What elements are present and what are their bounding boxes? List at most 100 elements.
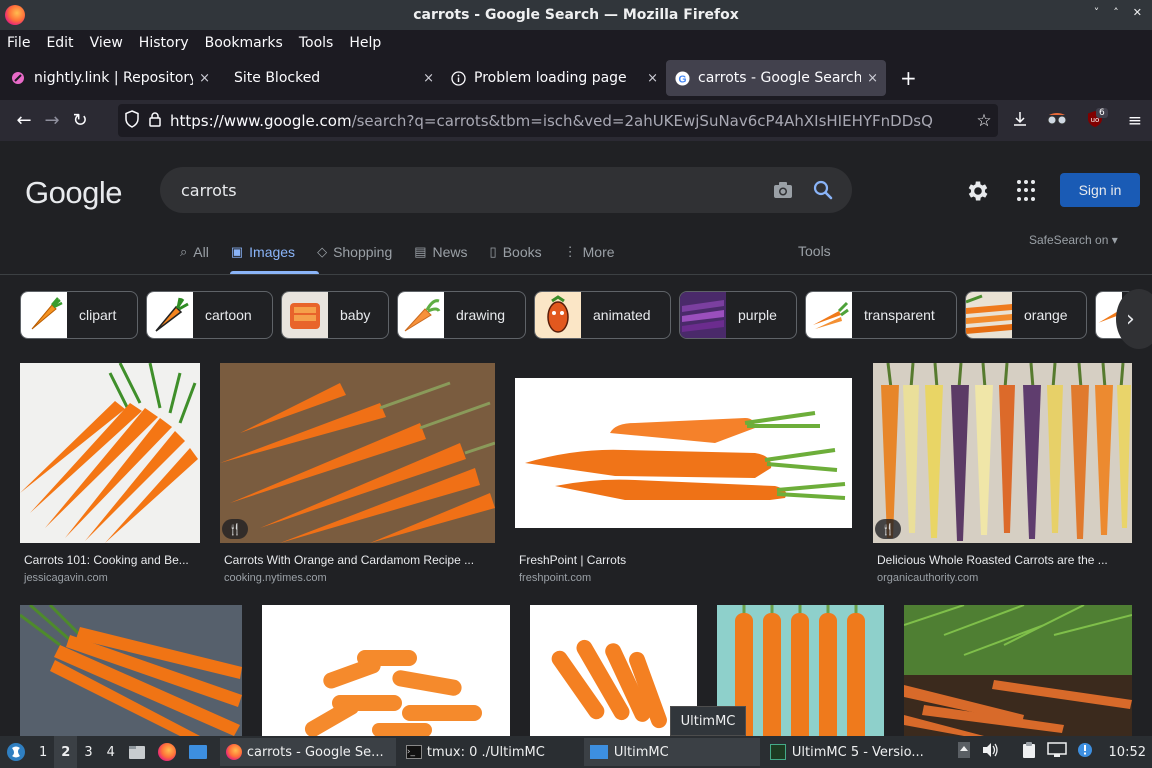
menu-bar: File Edit View History Bookmarks Tools H…: [0, 30, 1152, 56]
ublock-origin-icon[interactable]: uo 6: [1086, 107, 1108, 132]
back-arrow-icon[interactable]: ←: [10, 107, 38, 135]
menu-help[interactable]: Help: [349, 35, 381, 51]
chip-orange[interactable]: orange: [965, 291, 1087, 339]
result-source[interactable]: freshpoint.com: [519, 572, 591, 584]
maximize-button[interactable]: ˄: [1113, 6, 1119, 19]
result-caption[interactable]: FreshPoint | Carrots: [519, 553, 626, 567]
chevron-right-icon[interactable]: ›: [1116, 289, 1152, 349]
volume-icon[interactable]: [981, 742, 999, 762]
tab-more[interactable]: ⋮ More: [564, 241, 615, 263]
image-result-4[interactable]: 🍴 Delicious Whole Roasted Carrots are th…: [873, 363, 1132, 593]
tab-news[interactable]: ▤ News: [414, 241, 467, 263]
close-window-button[interactable]: ✕: [1133, 6, 1142, 19]
download-icon[interactable]: [1012, 111, 1028, 131]
image-result-3[interactable]: FreshPoint | Carrots freshpoint.com: [515, 378, 852, 593]
menu-tools[interactable]: Tools: [299, 35, 334, 51]
result-image[interactable]: [262, 605, 510, 736]
chip-drawing[interactable]: drawing: [397, 291, 526, 339]
chip-baby[interactable]: baby: [281, 291, 389, 339]
tab-close-icon[interactable]: ×: [647, 71, 658, 86]
result-caption[interactable]: Delicious Whole Roasted Carrots are the …: [877, 553, 1108, 567]
chip-cartoon[interactable]: cartoon: [146, 291, 273, 339]
firefox-logo-icon: [5, 5, 25, 25]
task-firefox[interactable]: carrots - Google Se...: [219, 738, 396, 766]
google-logo[interactable]: Google: [25, 175, 122, 211]
image-result-6[interactable]: [262, 605, 510, 736]
result-source[interactable]: cooking.nytimes.com: [224, 572, 327, 584]
search-input[interactable]: carrots: [160, 167, 852, 213]
firefox-launcher-icon[interactable]: [152, 736, 182, 768]
google-favicon-icon: G: [674, 70, 690, 86]
tab-nightly-link[interactable]: nightly.link | Repository ×: [2, 60, 218, 96]
url-text[interactable]: https://www.google.com/search?q=carrots&…: [170, 112, 970, 130]
url-host: https://www.google.com: [170, 111, 352, 130]
clock[interactable]: 10:52: [1109, 745, 1146, 760]
image-result-5[interactable]: [20, 605, 242, 736]
result-source[interactable]: organicauthority.com: [877, 572, 978, 584]
result-image[interactable]: [904, 605, 1132, 736]
menu-view[interactable]: View: [90, 35, 123, 51]
tab-close-icon[interactable]: ×: [867, 71, 878, 86]
hamburger-menu-icon[interactable]: ≡: [1128, 111, 1142, 131]
lock-icon[interactable]: [148, 111, 162, 131]
tools-button[interactable]: Tools: [798, 243, 831, 259]
tab-close-icon[interactable]: ×: [423, 71, 434, 86]
minimize-button[interactable]: ˅: [1094, 6, 1100, 19]
workspace-2[interactable]: 2: [54, 736, 78, 768]
forward-arrow-icon[interactable]: →: [38, 107, 66, 135]
safesearch-toggle[interactable]: SafeSearch on ▾: [1029, 233, 1118, 247]
workspace-4[interactable]: 4: [100, 736, 122, 768]
menu-bookmarks[interactable]: Bookmarks: [205, 35, 283, 51]
divider: [0, 274, 1152, 275]
tab-carrots-google[interactable]: G carrots - Google Search ×: [666, 60, 886, 96]
app-launcher-icon[interactable]: [0, 736, 32, 768]
new-tab-button[interactable]: +: [900, 66, 917, 90]
file-manager-icon[interactable]: [122, 736, 152, 768]
shield-icon[interactable]: [124, 109, 140, 132]
menu-history[interactable]: History: [139, 35, 189, 51]
notifications-icon[interactable]: [1077, 742, 1093, 762]
result-image[interactable]: [515, 378, 852, 528]
result-image[interactable]: [20, 363, 200, 543]
result-caption[interactable]: Carrots With Orange and Cardamom Recipe …: [224, 553, 474, 567]
workspace-3[interactable]: 3: [77, 736, 99, 768]
camera-icon[interactable]: [772, 179, 794, 201]
gear-icon[interactable]: [965, 178, 991, 204]
result-image[interactable]: [20, 605, 242, 736]
chip-clipart[interactable]: clipart: [20, 291, 138, 339]
image-result-2[interactable]: 🍴 Carrots With Orange and Cardamom Recip…: [220, 363, 495, 593]
search-icon[interactable]: [812, 179, 834, 201]
task-tmux[interactable]: ›_ tmux: 0 ./UltimMC: [400, 738, 580, 766]
task-ultimmc-version[interactable]: UltimMC 5 - Versio...: [764, 738, 944, 766]
image-result-9[interactable]: [904, 605, 1132, 736]
extension-glasses-icon[interactable]: [1046, 111, 1068, 131]
tab-problem-loading[interactable]: Problem loading page ×: [442, 60, 666, 96]
image-result-1[interactable]: Carrots 101: Cooking and Be... jessicaga…: [20, 363, 200, 593]
tab-site-blocked[interactable]: Site Blocked ×: [218, 60, 442, 96]
tab-shopping[interactable]: ◇ Shopping: [317, 241, 392, 263]
result-image[interactable]: 🍴: [220, 363, 495, 543]
desktop-icon[interactable]: [182, 736, 214, 768]
tab-close-icon[interactable]: ×: [199, 71, 210, 86]
reload-icon[interactable]: ↻: [66, 107, 94, 135]
arrow-up-icon[interactable]: [957, 741, 971, 763]
menu-edit[interactable]: Edit: [46, 35, 73, 51]
sign-in-button[interactable]: Sign in: [1060, 173, 1140, 207]
result-source[interactable]: jessicagavin.com: [24, 572, 108, 584]
chip-animated[interactable]: animated: [534, 291, 671, 339]
bookmark-star-icon[interactable]: ☆: [970, 111, 998, 131]
tab-images[interactable]: ▣ Images: [231, 241, 295, 263]
tab-books[interactable]: ▯ Books: [490, 241, 542, 263]
result-image[interactable]: 🍴: [873, 363, 1132, 543]
workspace-1[interactable]: 1: [32, 736, 54, 768]
network-icon[interactable]: [1046, 742, 1067, 762]
chip-transparent[interactable]: transparent: [805, 291, 957, 339]
clipboard-icon[interactable]: [1021, 741, 1037, 763]
url-bar[interactable]: https://www.google.com/search?q=carrots&…: [118, 104, 998, 137]
chip-purple[interactable]: purple: [679, 291, 797, 339]
task-ultimmc[interactable]: UltimMC: [583, 738, 760, 766]
tab-all[interactable]: ⌕ All: [180, 241, 209, 263]
google-apps-icon[interactable]: [1017, 180, 1039, 202]
menu-file[interactable]: File: [7, 35, 30, 51]
result-caption[interactable]: Carrots 101: Cooking and Be...: [24, 553, 189, 567]
